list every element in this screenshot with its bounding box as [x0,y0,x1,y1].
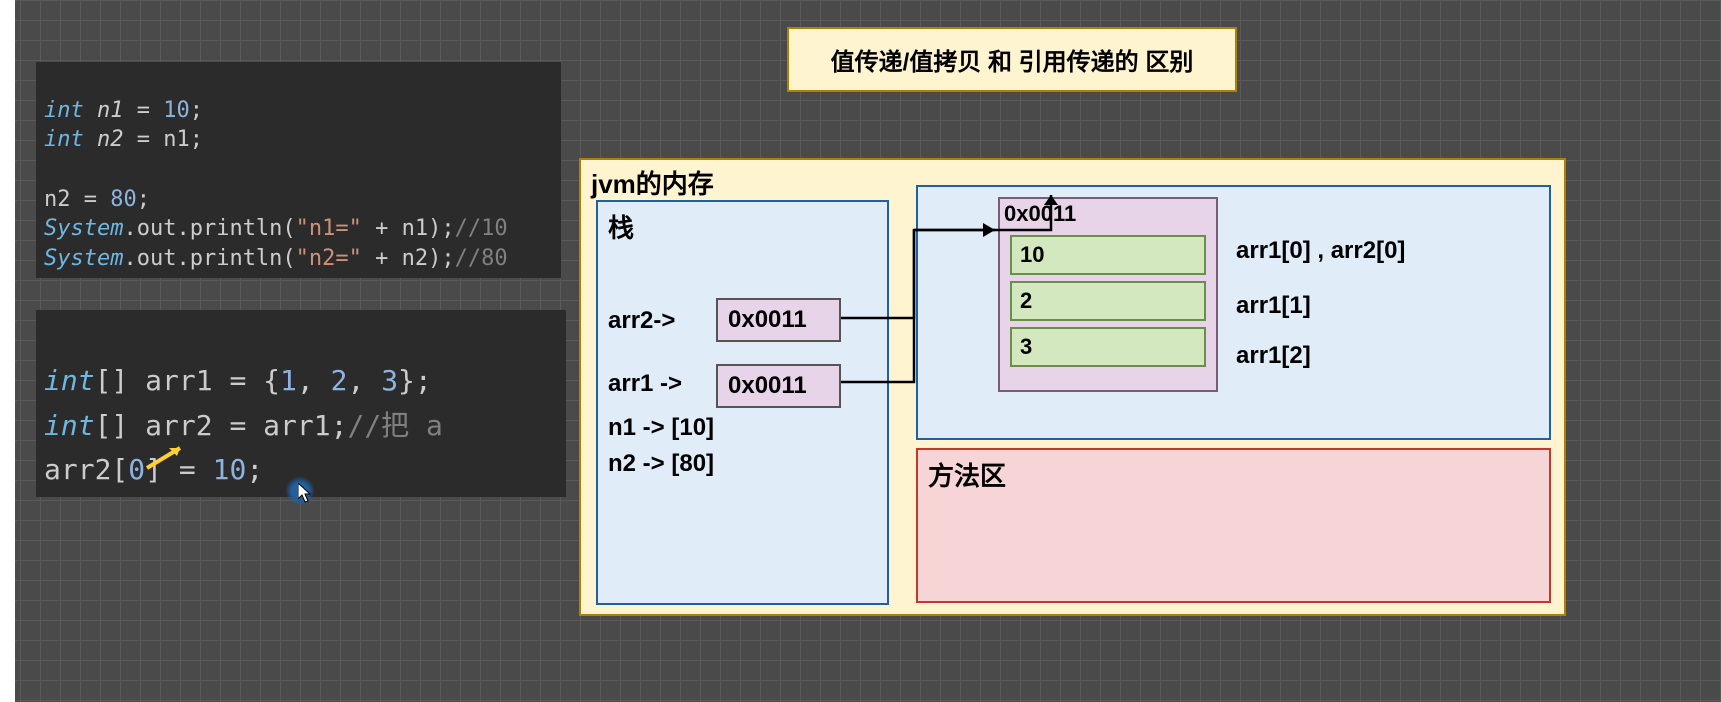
idx-label-0: arr1[0] , arr2[0] [1236,237,1405,265]
method-area-box: 方法区 [916,448,1551,603]
left-margin [0,0,15,702]
heap-addr: 0x0011 [1000,199,1216,229]
heap-cell-0: 10 [1010,235,1206,275]
stack-label: 栈 [598,202,887,251]
addr-box-arr2: 0x0011 [716,298,841,342]
idx-label-2: arr1[2] [1236,342,1311,370]
heap-box: 0x0011 10 2 3 arr1[0] , arr2[0] arr1[1] … [916,185,1551,440]
idx-label-1: arr1[1] [1236,292,1311,320]
n2-label: n2 -> [80] [608,450,714,478]
title-box: 值传递/值拷贝 和 引用传递的 区别 [787,27,1237,92]
code-block-1: int n1 = 10; int n2 = n1; n2 = 80; Syste… [36,62,561,278]
heap-cell-1: 2 [1010,281,1206,321]
jvm-title: jvm的内存 [591,164,714,201]
addr-box-arr1: 0x0011 [716,364,841,408]
yellow-arrow-icon [145,440,185,470]
title-text: 值传递/值拷贝 和 引用传递的 区别 [831,42,1194,77]
stack-box: 栈 arr2-> 0x0011 arr1 -> 0x0011 n1 -> [10… [596,200,889,605]
code-block-2: int[] arr1 = {1, 2, 3}; int[] arr2 = arr… [36,310,566,497]
heap-cell-2: 3 [1010,327,1206,367]
arr1-label: arr1 -> [608,370,682,398]
cursor-icon [298,483,312,503]
jvm-container: jvm的内存 栈 arr2-> 0x0011 arr1 -> 0x0011 n1… [579,158,1566,616]
heap-object: 0x0011 10 2 3 [998,197,1218,392]
method-label: 方法区 [918,450,1549,499]
n1-label: n1 -> [10] [608,414,714,442]
arr2-label: arr2-> [608,307,675,335]
